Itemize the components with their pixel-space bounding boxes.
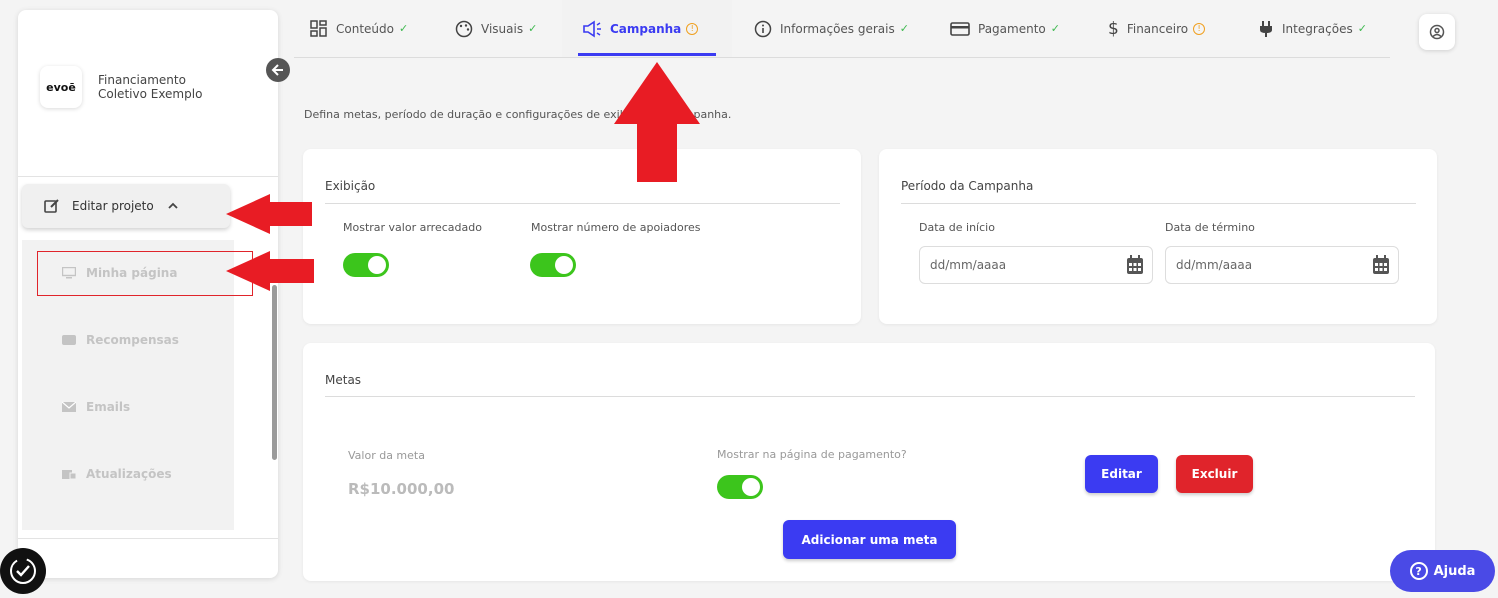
- tab-pagamento[interactable]: Pagamento ✓: [950, 0, 1060, 57]
- grid-icon: [310, 19, 327, 37]
- edit-icon: [44, 199, 59, 213]
- display-card: Exibição Mostrar valor arrecadado Mostra…: [303, 149, 861, 324]
- warning-icon: !: [1193, 22, 1206, 35]
- tab-financeiro[interactable]: $ Financeiro !: [1108, 0, 1206, 57]
- end-date-placeholder: dd/mm/aaaa: [1176, 258, 1253, 272]
- user-menu-button[interactable]: [1419, 14, 1455, 50]
- chevron-up-icon: [168, 202, 178, 209]
- start-date-label: Data de início: [919, 221, 995, 234]
- dollar-icon: $: [1108, 18, 1119, 39]
- card-title: Exibição: [325, 179, 376, 193]
- card-divider: [901, 203, 1416, 204]
- warning-icon: !: [686, 22, 699, 35]
- edit-project-button[interactable]: Editar projeto: [22, 184, 230, 228]
- tab-label: Pagamento: [978, 21, 1046, 36]
- tab-label: Financeiro: [1126, 21, 1189, 36]
- edit-goal-button[interactable]: Editar: [1085, 455, 1158, 493]
- show-backers-label: Mostrar número de apoiadores: [531, 221, 701, 234]
- start-date-placeholder: dd/mm/aaaa: [930, 258, 1007, 272]
- sidebar-item-recompensas[interactable]: Recompensas: [62, 333, 179, 347]
- brand[interactable]: evoē Financiamento Coletivo Exemplo: [40, 66, 238, 108]
- tab-label: Visuais: [481, 21, 524, 36]
- help-button[interactable]: ? Ajuda: [1390, 550, 1495, 592]
- check-icon: ✓: [398, 22, 409, 35]
- sidebar-divider: [18, 538, 278, 539]
- sidebar-item-atualizacoes[interactable]: Atualizações: [62, 467, 172, 481]
- card-title: Período da Campanha: [901, 179, 1034, 193]
- tab-informacoes-gerais[interactable]: Informações gerais ✓: [754, 0, 909, 57]
- project-logo: evoē: [40, 66, 82, 108]
- show-on-payment-label: Mostrar na página de pagamento?: [717, 448, 907, 461]
- tab-label: Conteúdo: [336, 21, 394, 36]
- sidebar-item-emails[interactable]: Emails: [62, 400, 130, 414]
- megaphone-icon: [583, 20, 601, 37]
- tab-integracoes[interactable]: Integrações ✓: [1258, 0, 1367, 57]
- ticket-icon: [62, 335, 76, 345]
- user-circle-icon: [1429, 24, 1445, 40]
- goal-value-label: Valor da meta: [348, 449, 425, 462]
- active-tab-indicator: [578, 53, 716, 56]
- arrow-left-icon: [271, 64, 283, 76]
- check-icon: ✓: [1357, 22, 1367, 35]
- tab-conteudo[interactable]: Conteúdo ✓: [310, 0, 408, 57]
- check-icon: ✓: [528, 22, 538, 35]
- show-raised-label: Mostrar valor arrecadado: [343, 221, 482, 234]
- calendar-icon[interactable]: [1126, 255, 1144, 275]
- goal-value: R$10.000,00: [348, 480, 455, 498]
- edit-project-label: Editar projeto: [72, 199, 154, 213]
- info-icon: [754, 20, 772, 37]
- delete-goal-button[interactable]: Excluir: [1176, 455, 1253, 493]
- show-raised-toggle[interactable]: [343, 253, 389, 277]
- card-title: Metas: [325, 373, 362, 387]
- tab-label: Campanha: [610, 21, 682, 36]
- question-icon: ?: [1409, 562, 1428, 580]
- tab-label: Integrações: [1282, 21, 1353, 36]
- card-divider: [325, 203, 840, 204]
- card-divider: [325, 396, 1415, 397]
- palette-icon: [455, 20, 473, 37]
- sidebar-item-label: Atualizações: [86, 467, 172, 481]
- updates-icon: [62, 470, 76, 480]
- tab-visuais[interactable]: Visuais ✓: [455, 0, 537, 57]
- sidebar-divider: [18, 176, 278, 177]
- end-date-label: Data de término: [1165, 221, 1255, 234]
- calendar-icon[interactable]: [1372, 255, 1390, 275]
- check-icon: ✓: [1050, 22, 1060, 35]
- sidebar-item-label: Emails: [86, 400, 131, 414]
- annotation-arrow-up: [614, 62, 700, 182]
- tab-label: Informações gerais: [780, 21, 895, 36]
- credit-card-icon: [950, 21, 970, 36]
- annotation-highlight-box: [37, 251, 253, 296]
- envelope-icon: [62, 401, 76, 412]
- period-card: Período da Campanha Data de início dd/mm…: [879, 149, 1437, 324]
- help-label: Ajuda: [1433, 563, 1476, 579]
- show-backers-toggle[interactable]: [530, 253, 576, 277]
- tab-campanha[interactable]: Campanha !: [562, 0, 732, 57]
- plug-icon: [1260, 20, 1272, 37]
- collapse-sidebar-button[interactable]: [266, 58, 290, 82]
- accessibility-check-icon: [10, 558, 36, 584]
- check-icon: ✓: [899, 22, 909, 35]
- annotation-arrow-left: [226, 251, 314, 291]
- sidebar-item-label: Recompensas: [86, 333, 179, 347]
- accessibility-button[interactable]: [0, 548, 46, 594]
- show-on-payment-toggle[interactable]: [717, 475, 763, 499]
- start-date-input[interactable]: dd/mm/aaaa: [919, 246, 1153, 284]
- sidebar-scrollbar[interactable]: [272, 285, 277, 460]
- annotation-arrow-left: [226, 194, 312, 234]
- end-date-input[interactable]: dd/mm/aaaa: [1165, 246, 1399, 284]
- project-name: Financiamento Coletivo Exemplo: [98, 73, 203, 101]
- add-goal-button[interactable]: Adicionar uma meta: [783, 520, 956, 559]
